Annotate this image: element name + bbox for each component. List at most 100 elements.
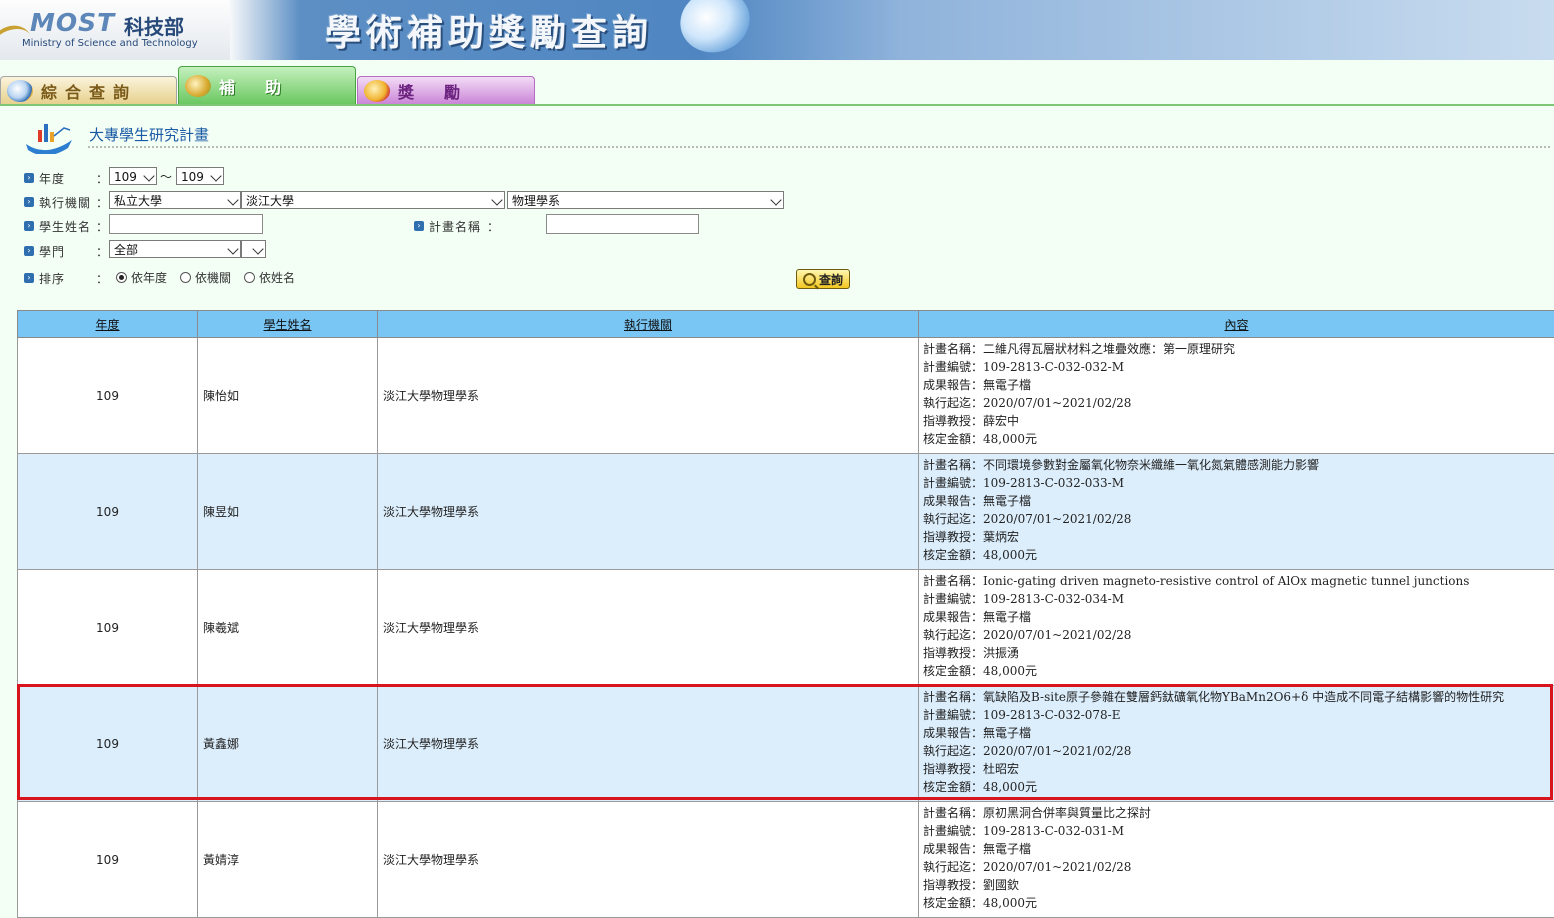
content-value: 無電子檔 <box>983 378 1031 392</box>
arrow-bullet-icon: › <box>24 221 34 231</box>
money-stack-icon <box>185 75 211 97</box>
cell-student: 黃婧淳 <box>198 802 378 918</box>
field-sub-select[interactable] <box>241 240 266 258</box>
arrow-bullet-icon: › <box>24 173 34 183</box>
content-value: 不同環境參數對金屬氧化物奈米纖維一氧化氮氣體感測能力影響 <box>983 458 1319 472</box>
radio-label: 依年度 <box>131 269 167 286</box>
cell-year: 109 <box>18 338 198 454</box>
site-banner: MOST 科技部 Ministry of Science and Technol… <box>0 0 1554 60</box>
radio-checked-icon[interactable] <box>116 272 127 283</box>
student-row: › 學生姓名 <box>24 215 91 237</box>
header-content[interactable]: 內容 <box>919 311 1554 338</box>
field-select[interactable]: 全部 <box>109 240 241 258</box>
colon: ： <box>96 270 108 287</box>
content-key: 計畫編號： <box>923 708 983 722</box>
colon: ： <box>96 194 108 211</box>
radio-label: 依姓名 <box>259 269 295 286</box>
org-type-value: 私立大學 <box>114 194 162 208</box>
org-type-select[interactable]: 私立大學 <box>109 191 241 209</box>
content-key: 執行起迄： <box>923 396 983 410</box>
colon: ： <box>487 218 499 235</box>
year-to-select[interactable]: 109 <box>176 167 224 185</box>
header-content-label[interactable]: 內容 <box>1224 318 1248 332</box>
header-org-label[interactable]: 執行機關 <box>624 318 672 332</box>
logo-cn-text: 科技部 <box>124 11 184 40</box>
tab-divider <box>0 104 1554 106</box>
content-key: 成果報告： <box>923 610 983 624</box>
content-value: 2020/07/01~2021/02/28 <box>983 396 1131 410</box>
colon: ： <box>96 170 108 187</box>
tab-combined-search[interactable]: 綜合查詢 <box>0 76 177 105</box>
content-value: 109-2813-C-032-032-M <box>983 360 1124 374</box>
content-key: 執行起迄： <box>923 628 983 642</box>
content-key: 計畫編號： <box>923 360 983 374</box>
tab-label: 獎勵 <box>398 79 490 103</box>
content-line-amount: 核定金額：48,000元 <box>923 547 1554 565</box>
most-logo[interactable]: MOST 科技部 Ministry of Science and Technol… <box>0 0 230 60</box>
content-value: 48,000元 <box>983 548 1037 562</box>
cell-content: 計畫名稱：原初黑洞合併率與質量比之探討計畫編號：109-2813-C-032-0… <box>919 802 1554 918</box>
logo-en-text: Ministry of Science and Technology <box>22 38 198 49</box>
arrow-bullet-icon: › <box>24 273 34 283</box>
content-line-plan-no: 計畫編號：109-2813-C-032-033-M <box>923 475 1554 493</box>
content-value: 2020/07/01~2021/02/28 <box>983 628 1131 642</box>
content-line-report: 成果報告：無電子檔 <box>923 493 1554 511</box>
content-key: 執行起迄： <box>923 744 983 758</box>
content-line-period: 執行起迄：2020/07/01~2021/02/28 <box>923 511 1554 529</box>
header-student[interactable]: 學生姓名 <box>198 311 378 338</box>
content-key: 指導教授： <box>923 414 983 428</box>
year-label: 年度 <box>39 170 65 187</box>
cell-org: 淡江大學物理學系 <box>378 802 919 918</box>
logo-most-text: MOST <box>30 8 115 37</box>
section-title: 大專學生研究計畫 <box>89 124 209 145</box>
chevron-down-icon <box>227 194 238 205</box>
content-value: 48,000元 <box>983 896 1037 910</box>
header-org[interactable]: 執行機關 <box>378 311 919 338</box>
radio-unchecked-icon[interactable] <box>180 272 191 283</box>
sort-radio-org[interactable]: 依機關 <box>180 269 231 286</box>
sort-radio-year[interactable]: 依年度 <box>116 269 167 286</box>
content-key: 核定金額： <box>923 896 983 910</box>
table-row: 109陳昱如淡江大學物理學系計畫名稱：不同環境參數對金屬氧化物奈米纖維一氧化氮氣… <box>18 454 1554 570</box>
content-key: 核定金額： <box>923 432 983 446</box>
cell-student: 陳怡如 <box>198 338 378 454</box>
sort-radio-name[interactable]: 依姓名 <box>244 269 295 286</box>
org-school-select[interactable]: 淡江大學 <box>241 191 505 209</box>
colon: ： <box>96 243 108 260</box>
content-line-report: 成果報告：無電子檔 <box>923 725 1554 743</box>
content-line-plan-no: 計畫編號：109-2813-C-032-078-E <box>923 707 1554 725</box>
header-student-label[interactable]: 學生姓名 <box>263 318 311 332</box>
radio-unchecked-icon[interactable] <box>244 272 255 283</box>
content-line-plan-name: 計畫名稱：原初黑洞合併率與質量比之探討 <box>923 805 1554 823</box>
table-row: 109陳怡如淡江大學物理學系計畫名稱：二維凡得瓦層狀材料之堆疊效應：第一原理研究… <box>18 338 1554 454</box>
tab-award[interactable]: 獎勵 <box>357 76 535 105</box>
content-line-period: 執行起迄：2020/07/01~2021/02/28 <box>923 859 1554 877</box>
query-button[interactable]: 查詢 <box>796 269 850 289</box>
org-school-value: 淡江大學 <box>246 194 294 208</box>
org-dept-select[interactable]: 物理學系 <box>507 191 784 209</box>
arrow-bullet-icon: › <box>24 197 34 207</box>
sort-label: 排序 <box>39 270 65 287</box>
header-year[interactable]: 年度 <box>18 311 198 338</box>
content-value: 無電子檔 <box>983 726 1031 740</box>
year-from-value: 109 <box>114 170 137 184</box>
year-from-select[interactable]: 109 <box>109 167 157 185</box>
content-line-amount: 核定金額：48,000元 <box>923 895 1554 913</box>
content-key: 指導教授： <box>923 646 983 660</box>
content-key: 執行起迄： <box>923 860 983 874</box>
content-key: 計畫編號： <box>923 824 983 838</box>
cell-student: 黃鑫娜 <box>198 686 378 802</box>
content-line-amount: 核定金額：48,000元 <box>923 663 1554 681</box>
org-row: › 執行機關 <box>24 191 91 213</box>
content-value: 葉炳宏 <box>983 530 1019 544</box>
content-key: 計畫名稱： <box>923 342 983 356</box>
header-year-label[interactable]: 年度 <box>95 318 119 332</box>
plan-name-input[interactable] <box>546 214 699 234</box>
content-value: 48,000元 <box>983 780 1037 794</box>
content-line-advisor: 指導教授：杜昭宏 <box>923 761 1554 779</box>
student-name-input[interactable] <box>109 214 263 234</box>
tab-subsidy[interactable]: 補助 <box>178 66 356 105</box>
cell-year: 109 <box>18 454 198 570</box>
content-line-advisor: 指導教授：薛宏中 <box>923 413 1554 431</box>
magnifier-globe-icon <box>7 80 33 102</box>
